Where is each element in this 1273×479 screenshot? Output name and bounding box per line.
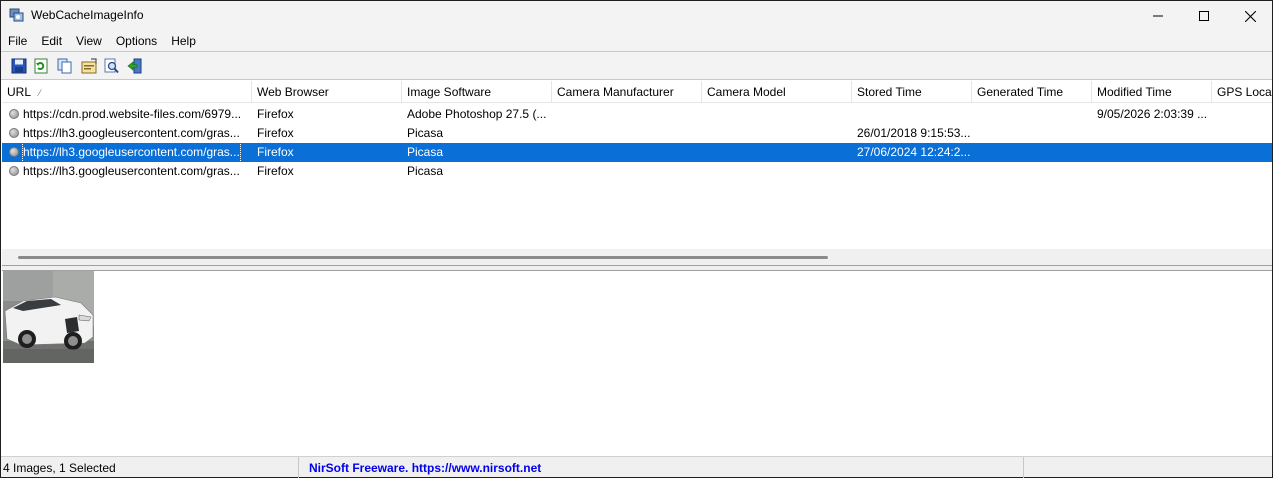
- save-icon: [11, 58, 27, 74]
- cell-url: https://cdn.prod.website-files.com/6979.…: [23, 107, 242, 121]
- car-photo-thumbnail: [3, 271, 94, 363]
- table-row-selected[interactable]: https://lh3.googleusercontent.com/gras..…: [2, 143, 1272, 162]
- exit-button[interactable]: [125, 56, 145, 76]
- column-header-web-browser[interactable]: Web Browser: [252, 81, 402, 103]
- cell-gps-location: [1212, 162, 1272, 181]
- cell-camera-manufacturer: [552, 143, 702, 162]
- cell-generated-time: [972, 105, 1092, 124]
- cell-gps-location: [1212, 143, 1272, 162]
- cell-camera-manufacturer: [552, 105, 702, 124]
- horizontal-scrollbar[interactable]: [2, 249, 1272, 265]
- cell-gps-location: [1212, 124, 1272, 143]
- maximize-icon: [1199, 11, 1209, 21]
- title-bar: WebCacheImageInfo: [1, 1, 1272, 31]
- cell-url: https://lh3.googleusercontent.com/gras..…: [23, 126, 240, 140]
- cell-web-browser: Firefox: [257, 164, 294, 178]
- cell-camera-model: [702, 143, 852, 162]
- status-summary: 4 Images, 1 Selected: [1, 457, 299, 478]
- copy-button[interactable]: [55, 56, 75, 76]
- find-button[interactable]: [101, 56, 121, 76]
- image-preview-pane: [2, 271, 1272, 456]
- cell-modified-time: [1092, 124, 1212, 143]
- sort-ascending-icon: ⁄: [39, 88, 41, 98]
- refresh-icon: [34, 58, 48, 74]
- table-row[interactable]: https://lh3.googleusercontent.com/gras..…: [2, 162, 1272, 181]
- exit-icon: [127, 58, 142, 74]
- cell-generated-time: [972, 124, 1092, 143]
- cell-gps-location: [1212, 105, 1272, 124]
- cell-camera-model: [702, 105, 852, 124]
- cell-stored-time: [852, 162, 972, 181]
- cell-web-browser: Firefox: [257, 126, 294, 140]
- cell-image-software: Picasa: [407, 126, 444, 140]
- status-extra: [1024, 457, 1272, 478]
- copy-icon: [57, 58, 72, 74]
- menu-help[interactable]: Help: [164, 31, 203, 51]
- app-icon: [9, 7, 25, 23]
- scrollbar-thumb[interactable]: [18, 256, 828, 259]
- properties-button[interactable]: [79, 56, 99, 76]
- cell-stored-time: [852, 105, 972, 124]
- cell-stored-time: 27/06/2024 12:24:2...: [857, 145, 971, 159]
- cell-url: https://lh3.googleusercontent.com/gras..…: [22, 143, 241, 162]
- cell-stored-time: 26/01/2018 9:15:53...: [857, 126, 971, 140]
- minimize-button[interactable]: [1135, 1, 1181, 31]
- cell-generated-time: [972, 162, 1092, 181]
- column-header-camera-model[interactable]: Camera Model: [702, 81, 852, 103]
- column-header-url[interactable]: URL ⁄: [2, 81, 252, 103]
- nirsoft-link[interactable]: NirSoft Freeware. https://www.nirsoft.ne…: [301, 461, 541, 475]
- cell-image-software: Adobe Photoshop 27.5 (...: [407, 107, 547, 121]
- cell-camera-model: [702, 124, 852, 143]
- cell-camera-model: [702, 162, 852, 181]
- column-header-image-software[interactable]: Image Software: [402, 81, 552, 103]
- properties-icon: [81, 58, 97, 74]
- column-header-generated-time[interactable]: Generated Time: [972, 81, 1092, 103]
- cell-url: https://lh3.googleusercontent.com/gras..…: [23, 164, 240, 178]
- cell-modified-time: [1092, 143, 1212, 162]
- refresh-button[interactable]: [31, 56, 51, 76]
- table-row[interactable]: https://lh3.googleusercontent.com/gras..…: [2, 124, 1272, 143]
- column-header-modified-time[interactable]: Modified Time: [1092, 81, 1212, 103]
- cell-generated-time: [972, 143, 1092, 162]
- window-title: WebCacheImageInfo: [31, 8, 144, 22]
- column-header-camera-manufacturer[interactable]: Camera Manufacturer: [552, 81, 702, 103]
- menu-options[interactable]: Options: [109, 31, 164, 51]
- table-row[interactable]: https://cdn.prod.website-files.com/6979.…: [2, 105, 1272, 124]
- maximize-button[interactable]: [1181, 1, 1227, 31]
- cell-image-software: Picasa: [407, 145, 444, 159]
- cell-camera-manufacturer: [552, 124, 702, 143]
- column-header-stored-time[interactable]: Stored Time: [852, 81, 972, 103]
- status-link-cell: NirSoft Freeware. https://www.nirsoft.ne…: [299, 457, 1024, 478]
- save-button[interactable]: [9, 56, 29, 76]
- menu-bar: File Edit View Options Help: [1, 31, 1272, 51]
- cell-modified-time: 9/05/2026 2:03:39 ...: [1097, 107, 1208, 121]
- minimize-icon: [1153, 15, 1163, 17]
- cell-image-software: Picasa: [407, 164, 444, 178]
- close-icon: [1244, 10, 1256, 22]
- menu-file[interactable]: File: [1, 31, 34, 51]
- cell-modified-time: [1092, 162, 1212, 181]
- find-icon: [104, 58, 119, 74]
- app-window: WebCacheImageInfo File Edit View Options…: [0, 0, 1273, 478]
- image-list[interactable]: URL ⁄ Web Browser Image Software Camera M…: [2, 81, 1272, 251]
- menu-view[interactable]: View: [69, 31, 109, 51]
- status-bar: 4 Images, 1 Selected NirSoft Freeware. h…: [1, 456, 1272, 478]
- menu-edit[interactable]: Edit: [34, 31, 69, 51]
- cell-camera-manufacturer: [552, 162, 702, 181]
- column-header-gps-location[interactable]: GPS Locat: [1212, 81, 1272, 103]
- toolbar: [1, 51, 1272, 80]
- close-button[interactable]: [1227, 1, 1273, 31]
- cell-web-browser: Firefox: [257, 107, 294, 121]
- list-header: URL ⁄ Web Browser Image Software Camera M…: [2, 81, 1272, 103]
- cell-web-browser: Firefox: [257, 145, 294, 159]
